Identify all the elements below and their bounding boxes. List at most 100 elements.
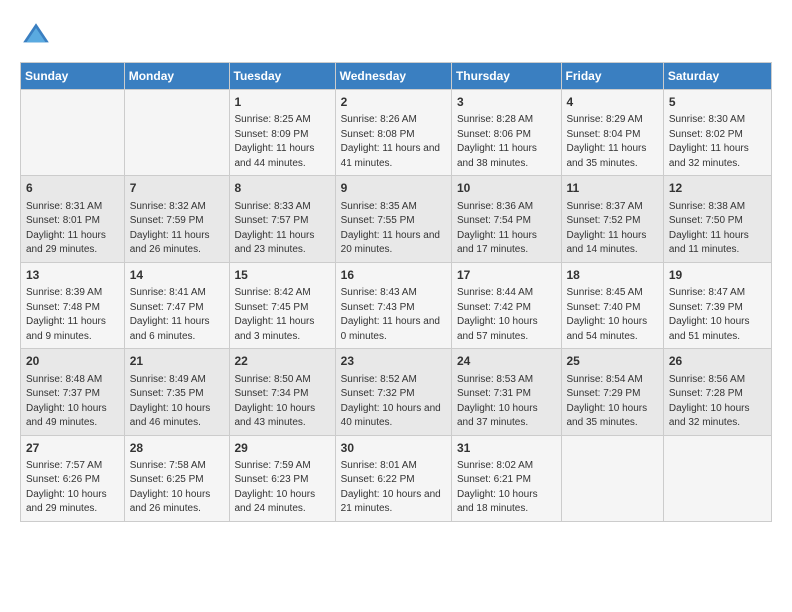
- calendar-cell: [124, 90, 229, 176]
- day-number: 18: [567, 267, 658, 284]
- cell-content: Sunrise: 8:44 AM Sunset: 7:42 PM Dayligh…: [457, 286, 556, 344]
- cell-content: Sunrise: 8:43 AM Sunset: 7:43 PM Dayligh…: [341, 286, 446, 344]
- calendar-cell: 12 Sunrise: 8:38 AM Sunset: 7:50 PM Dayli…: [663, 176, 771, 262]
- cell-content: Sunrise: 8:50 AM Sunset: 7:34 PM Dayligh…: [235, 373, 330, 431]
- cell-content: Sunrise: 8:49 AM Sunset: 7:35 PM Dayligh…: [130, 373, 224, 431]
- calendar-cell: 13 Sunrise: 8:39 AM Sunset: 7:48 PM Dayli…: [21, 262, 125, 348]
- column-header-monday: Monday: [124, 63, 229, 90]
- cell-content: Sunrise: 8:02 AM Sunset: 6:21 PM Dayligh…: [457, 459, 556, 517]
- day-number: 5: [669, 94, 766, 111]
- cell-content: Sunrise: 8:26 AM Sunset: 8:08 PM Dayligh…: [341, 113, 446, 171]
- page-header: [20, 20, 772, 52]
- calendar-cell: 24Sunrise: 8:53 AM Sunset: 7:31 PM Dayli…: [451, 349, 561, 435]
- logo-icon: [20, 20, 52, 52]
- day-number: 25: [567, 353, 658, 370]
- calendar-cell: 23 Sunrise: 8:52 AM Sunset: 7:32 PM Dayli…: [335, 349, 451, 435]
- day-number: 8: [235, 180, 330, 197]
- calendar-cell: 29Sunrise: 7:59 AM Sunset: 6:23 PM Dayli…: [229, 435, 335, 521]
- calendar-cell: 7 Sunrise: 8:32 AM Sunset: 7:59 PM Daylig…: [124, 176, 229, 262]
- calendar-cell: 21 Sunrise: 8:49 AM Sunset: 7:35 PM Dayli…: [124, 349, 229, 435]
- cell-content: Sunrise: 8:52 AM Sunset: 7:32 PM Dayligh…: [341, 373, 446, 431]
- column-header-friday: Friday: [561, 63, 663, 90]
- calendar-cell: 6Sunrise: 8:31 AM Sunset: 8:01 PM Daylig…: [21, 176, 125, 262]
- day-number: 24: [457, 353, 556, 370]
- day-number: 31: [457, 440, 556, 457]
- cell-content: Sunrise: 7:57 AM Sunset: 6:26 PM Dayligh…: [26, 459, 119, 517]
- day-number: 28: [130, 440, 224, 457]
- calendar-cell: 31 Sunrise: 8:02 AM Sunset: 6:21 PM Dayli…: [451, 435, 561, 521]
- calendar-cell: 19Sunrise: 8:47 AM Sunset: 7:39 PM Dayli…: [663, 262, 771, 348]
- calendar-cell: 15 Sunrise: 8:42 AM Sunset: 7:45 PM Dayli…: [229, 262, 335, 348]
- day-number: 13: [26, 267, 119, 284]
- calendar-cell: 9 Sunrise: 8:35 AM Sunset: 7:55 PM Daylig…: [335, 176, 451, 262]
- calendar-cell: 20 Sunrise: 8:48 AM Sunset: 7:37 PM Dayli…: [21, 349, 125, 435]
- cell-content: Sunrise: 8:41 AM Sunset: 7:47 PM Dayligh…: [130, 286, 224, 344]
- day-number: 6: [26, 180, 119, 197]
- calendar-week-row: 6Sunrise: 8:31 AM Sunset: 8:01 PM Daylig…: [21, 176, 772, 262]
- cell-content: Sunrise: 8:36 AM Sunset: 7:54 PM Dayligh…: [457, 200, 556, 258]
- day-number: 11: [567, 180, 658, 197]
- column-header-sunday: Sunday: [21, 63, 125, 90]
- day-number: 7: [130, 180, 224, 197]
- calendar-cell: 2 Sunrise: 8:26 AM Sunset: 8:08 PM Daylig…: [335, 90, 451, 176]
- day-number: 14: [130, 267, 224, 284]
- cell-content: Sunrise: 7:58 AM Sunset: 6:25 PM Dayligh…: [130, 459, 224, 517]
- logo: [20, 20, 56, 52]
- cell-content: Sunrise: 8:38 AM Sunset: 7:50 PM Dayligh…: [669, 200, 766, 258]
- calendar-cell: 26 Sunrise: 8:56 AM Sunset: 7:28 PM Dayli…: [663, 349, 771, 435]
- calendar-table: SundayMondayTuesdayWednesdayThursdayFrid…: [20, 62, 772, 522]
- day-number: 21: [130, 353, 224, 370]
- day-number: 16: [341, 267, 446, 284]
- calendar-cell: 14 Sunrise: 8:41 AM Sunset: 7:47 PM Dayli…: [124, 262, 229, 348]
- column-header-saturday: Saturday: [663, 63, 771, 90]
- calendar-cell: 30Sunrise: 8:01 AM Sunset: 6:22 PM Dayli…: [335, 435, 451, 521]
- day-number: 17: [457, 267, 556, 284]
- day-number: 4: [567, 94, 658, 111]
- calendar-cell: 3Sunrise: 8:28 AM Sunset: 8:06 PM Daylig…: [451, 90, 561, 176]
- cell-content: Sunrise: 8:37 AM Sunset: 7:52 PM Dayligh…: [567, 200, 658, 258]
- calendar-cell: 8 Sunrise: 8:33 AM Sunset: 7:57 PM Daylig…: [229, 176, 335, 262]
- cell-content: Sunrise: 8:54 AM Sunset: 7:29 PM Dayligh…: [567, 373, 658, 431]
- cell-content: Sunrise: 8:28 AM Sunset: 8:06 PM Dayligh…: [457, 113, 556, 171]
- day-number: 27: [26, 440, 119, 457]
- calendar-cell: 10 Sunrise: 8:36 AM Sunset: 7:54 PM Dayli…: [451, 176, 561, 262]
- cell-content: Sunrise: 8:45 AM Sunset: 7:40 PM Dayligh…: [567, 286, 658, 344]
- column-header-wednesday: Wednesday: [335, 63, 451, 90]
- cell-content: Sunrise: 8:39 AM Sunset: 7:48 PM Dayligh…: [26, 286, 119, 344]
- day-number: 29: [235, 440, 330, 457]
- calendar-week-row: 1Sunrise: 8:25 AM Sunset: 8:09 PM Daylig…: [21, 90, 772, 176]
- day-number: 12: [669, 180, 766, 197]
- day-number: 15: [235, 267, 330, 284]
- cell-content: Sunrise: 8:01 AM Sunset: 6:22 PM Dayligh…: [341, 459, 446, 517]
- cell-content: Sunrise: 8:29 AM Sunset: 8:04 PM Dayligh…: [567, 113, 658, 171]
- day-number: 9: [341, 180, 446, 197]
- cell-content: Sunrise: 8:32 AM Sunset: 7:59 PM Dayligh…: [130, 200, 224, 258]
- day-number: 23: [341, 353, 446, 370]
- calendar-cell: 25 Sunrise: 8:54 AM Sunset: 7:29 PM Dayli…: [561, 349, 663, 435]
- calendar-cell: [21, 90, 125, 176]
- cell-content: Sunrise: 8:47 AM Sunset: 7:39 PM Dayligh…: [669, 286, 766, 344]
- calendar-cell: 28 Sunrise: 7:58 AM Sunset: 6:25 PM Dayli…: [124, 435, 229, 521]
- calendar-week-row: 13 Sunrise: 8:39 AM Sunset: 7:48 PM Dayli…: [21, 262, 772, 348]
- calendar-cell: 17 Sunrise: 8:44 AM Sunset: 7:42 PM Dayli…: [451, 262, 561, 348]
- column-header-tuesday: Tuesday: [229, 63, 335, 90]
- cell-content: Sunrise: 8:42 AM Sunset: 7:45 PM Dayligh…: [235, 286, 330, 344]
- day-number: 10: [457, 180, 556, 197]
- calendar-cell: [663, 435, 771, 521]
- calendar-cell: 4 Sunrise: 8:29 AM Sunset: 8:04 PM Daylig…: [561, 90, 663, 176]
- cell-content: Sunrise: 8:48 AM Sunset: 7:37 PM Dayligh…: [26, 373, 119, 431]
- cell-content: Sunrise: 8:56 AM Sunset: 7:28 PM Dayligh…: [669, 373, 766, 431]
- cell-content: Sunrise: 8:33 AM Sunset: 7:57 PM Dayligh…: [235, 200, 330, 258]
- calendar-cell: 5 Sunrise: 8:30 AM Sunset: 8:02 PM Daylig…: [663, 90, 771, 176]
- calendar-cell: 11 Sunrise: 8:37 AM Sunset: 7:52 PM Dayli…: [561, 176, 663, 262]
- calendar-cell: 27 Sunrise: 7:57 AM Sunset: 6:26 PM Dayli…: [21, 435, 125, 521]
- calendar-cell: [561, 435, 663, 521]
- cell-content: Sunrise: 8:35 AM Sunset: 7:55 PM Dayligh…: [341, 200, 446, 258]
- cell-content: Sunrise: 8:30 AM Sunset: 8:02 PM Dayligh…: [669, 113, 766, 171]
- calendar-week-row: 27 Sunrise: 7:57 AM Sunset: 6:26 PM Dayli…: [21, 435, 772, 521]
- day-number: 26: [669, 353, 766, 370]
- day-number: 20: [26, 353, 119, 370]
- column-header-thursday: Thursday: [451, 63, 561, 90]
- day-number: 2: [341, 94, 446, 111]
- cell-content: Sunrise: 8:25 AM Sunset: 8:09 PM Dayligh…: [235, 113, 330, 171]
